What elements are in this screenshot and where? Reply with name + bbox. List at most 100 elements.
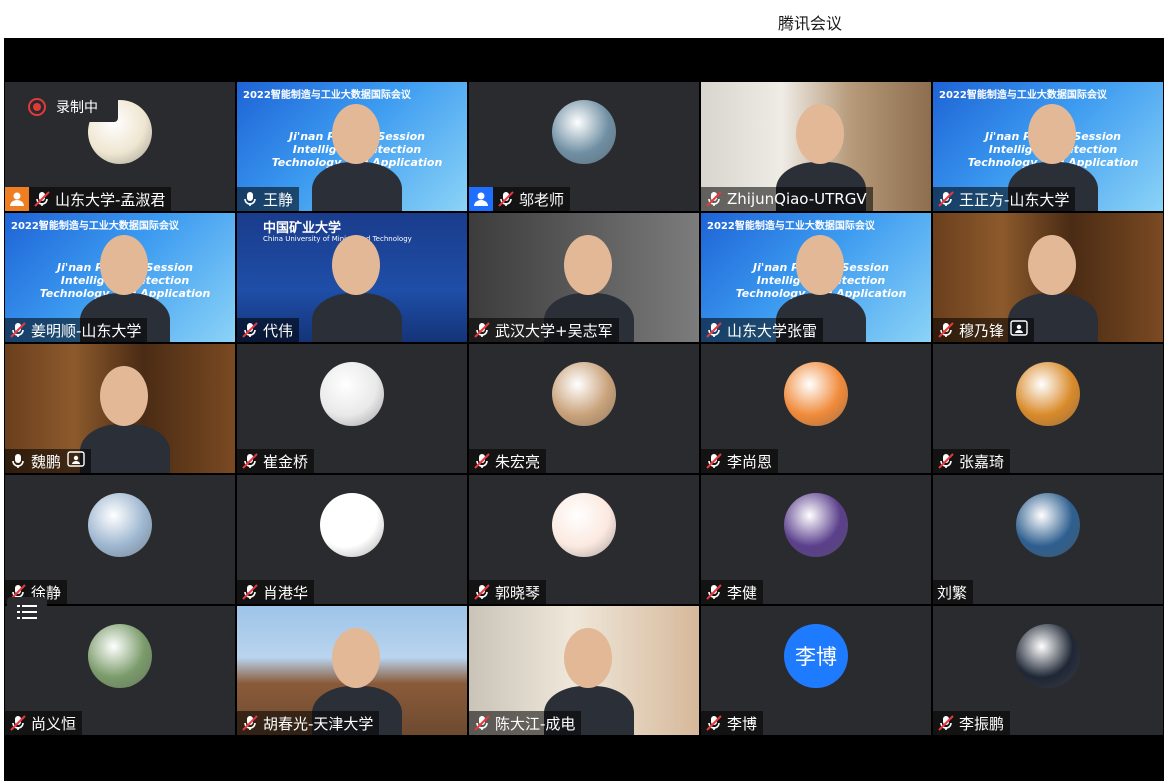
participant-name: 姜明顺-山东大学 [31, 321, 142, 340]
microphone-muted-icon [705, 321, 723, 339]
participant-name-tag: 陈大江-成电 [469, 711, 582, 735]
slide-title: 2022智能制造与工业大数据国际会议 [939, 90, 1107, 101]
participant-face [100, 235, 148, 295]
participant-face [796, 235, 844, 295]
participant-face [564, 628, 612, 688]
participant-name-tag: 王正方-山东大学 [933, 187, 1076, 211]
slide-title: 2022智能制造与工业大数据国际会议 [707, 221, 875, 232]
participant-tile[interactable]: 刘繁 [933, 475, 1163, 604]
participant-video [80, 424, 170, 473]
participant-name: 李博 [727, 714, 758, 733]
microphone-muted-icon [705, 452, 723, 470]
video-grid: 山东大学-孟淑君 2022智能制造与工业大数据国际会议Ji'nan Paralle… [5, 82, 1163, 736]
participant-face [100, 366, 148, 426]
participant-tile[interactable]: 郭晓琴 [469, 475, 699, 604]
recording-indicator[interactable]: 录制中 [20, 92, 118, 122]
participant-tile[interactable]: 李振鹏 [933, 606, 1163, 735]
participant-name: 崔金桥 [263, 452, 309, 471]
participant-tile[interactable]: 胡春光-天津大学 [237, 606, 467, 735]
participant-name: 刘繁 [937, 583, 968, 602]
participant-tile[interactable]: 邬老师 [469, 82, 699, 211]
participant-tile[interactable]: 2022智能制造与工业大数据国际会议Ji'nan Parallel Sessio… [237, 82, 467, 211]
microphone-muted-icon [937, 190, 955, 208]
avatar [552, 362, 616, 426]
avatar [1016, 624, 1080, 688]
participant-face [796, 104, 844, 164]
participant-name: 张嘉琦 [959, 452, 1005, 471]
participant-name-tag: 胡春光-天津大学 [237, 711, 380, 735]
participant-tile[interactable]: 张嘉琦 [933, 344, 1163, 473]
avatar [784, 493, 848, 557]
microphone-muted-icon [9, 321, 27, 339]
participant-name: 穆乃锋 [959, 321, 1005, 340]
avatar [552, 100, 616, 164]
app-title: 腾讯会议 [778, 14, 843, 33]
microphone-muted-icon [705, 190, 723, 208]
participant-name-tag: 姜明顺-山东大学 [5, 318, 148, 342]
participant-tile[interactable]: 武汉大学+吴志军 [469, 213, 699, 342]
participant-name-tag: 山东大学张雷 [701, 318, 824, 342]
participant-tile[interactable]: 朱宏亮 [469, 344, 699, 473]
microphone-muted-icon [705, 714, 723, 732]
microphone-muted-icon [473, 583, 491, 601]
participant-tile[interactable]: 穆乃锋 [933, 213, 1163, 342]
participant-list-button[interactable] [7, 597, 47, 627]
slide-university-en: China University of Mining and Technolog… [263, 235, 412, 243]
avatar [552, 493, 616, 557]
participant-tile[interactable]: 2022智能制造与工业大数据国际会议Ji'nan Parallel Sessio… [933, 82, 1163, 211]
participant-name-tag: ZhijunQiao-UTRGV [701, 187, 873, 211]
participant-name: 王静 [263, 190, 294, 209]
participant-tile[interactable]: 徐静 [5, 475, 235, 604]
microphone-muted-icon [497, 190, 515, 208]
participant-tile[interactable]: ZhijunQiao-UTRGV [701, 82, 931, 211]
avatar [320, 362, 384, 426]
participant-name: 代伟 [263, 321, 294, 340]
participant-tile[interactable]: 中国矿业大学 China University of Mining and Tec… [237, 213, 467, 342]
participant-name-tag: 尚义恒 [5, 711, 83, 735]
microphone-muted-icon [473, 321, 491, 339]
participant-name: 朱宏亮 [495, 452, 541, 471]
participant-name: 山东大学-孟淑君 [55, 190, 166, 209]
participant-name: ZhijunQiao-UTRGV [727, 190, 867, 208]
participant-name: 郭晓琴 [495, 583, 541, 602]
participant-face [564, 235, 612, 295]
microphone-muted-icon [9, 714, 27, 732]
participant-name-tag: 李振鹏 [933, 711, 1011, 735]
microphone-muted-icon [705, 583, 723, 601]
screen-share-icon [1004, 320, 1028, 340]
participant-name-tag: 李博 [701, 711, 764, 735]
participant-video [312, 293, 402, 342]
microphone-muted-icon [473, 714, 491, 732]
participant-name: 胡春光-天津大学 [263, 714, 374, 733]
list-icon [17, 605, 37, 619]
participant-tile[interactable]: 魏鹏 [5, 344, 235, 473]
participant-name: 山东大学张雷 [727, 321, 818, 340]
participant-name-tag: 刘繁 [933, 580, 974, 604]
participant-tile[interactable]: 2022智能制造与工业大数据国际会议Ji'nan Parallel Sessio… [701, 213, 931, 342]
avatar [784, 362, 848, 426]
participant-tile[interactable]: 李博 李博 [701, 606, 931, 735]
participant-tile[interactable]: 肖港华 [237, 475, 467, 604]
participant-name-tag: 郭晓琴 [469, 580, 547, 604]
participant-name: 陈大江-成电 [495, 714, 576, 733]
record-icon [28, 98, 46, 116]
screen-share-icon [61, 451, 85, 471]
participant-name-tag: 李尚恩 [701, 449, 779, 473]
participant-tile[interactable]: 李健 [701, 475, 931, 604]
participant-tile[interactable]: 李尚恩 [701, 344, 931, 473]
participant-name: 肖港华 [263, 583, 309, 602]
microphone-muted-icon [937, 452, 955, 470]
participant-name-tag: 穆乃锋 [933, 318, 1035, 342]
participant-tile[interactable]: 2022智能制造与工业大数据国际会议Ji'nan Parallel Sessio… [5, 213, 235, 342]
participant-name-tag: 肖港华 [237, 580, 315, 604]
participant-name-tag: 代伟 [237, 318, 300, 342]
participant-face [332, 104, 380, 164]
microphone-muted-icon [241, 714, 259, 732]
participant-name: 邬老师 [519, 190, 565, 209]
microphone-muted-icon [937, 321, 955, 339]
participant-tile[interactable]: 陈大江-成电 [469, 606, 699, 735]
microphone-icon [241, 190, 259, 208]
participant-tile[interactable]: 崔金桥 [237, 344, 467, 473]
microphone-muted-icon [241, 452, 259, 470]
participant-video [312, 162, 402, 211]
